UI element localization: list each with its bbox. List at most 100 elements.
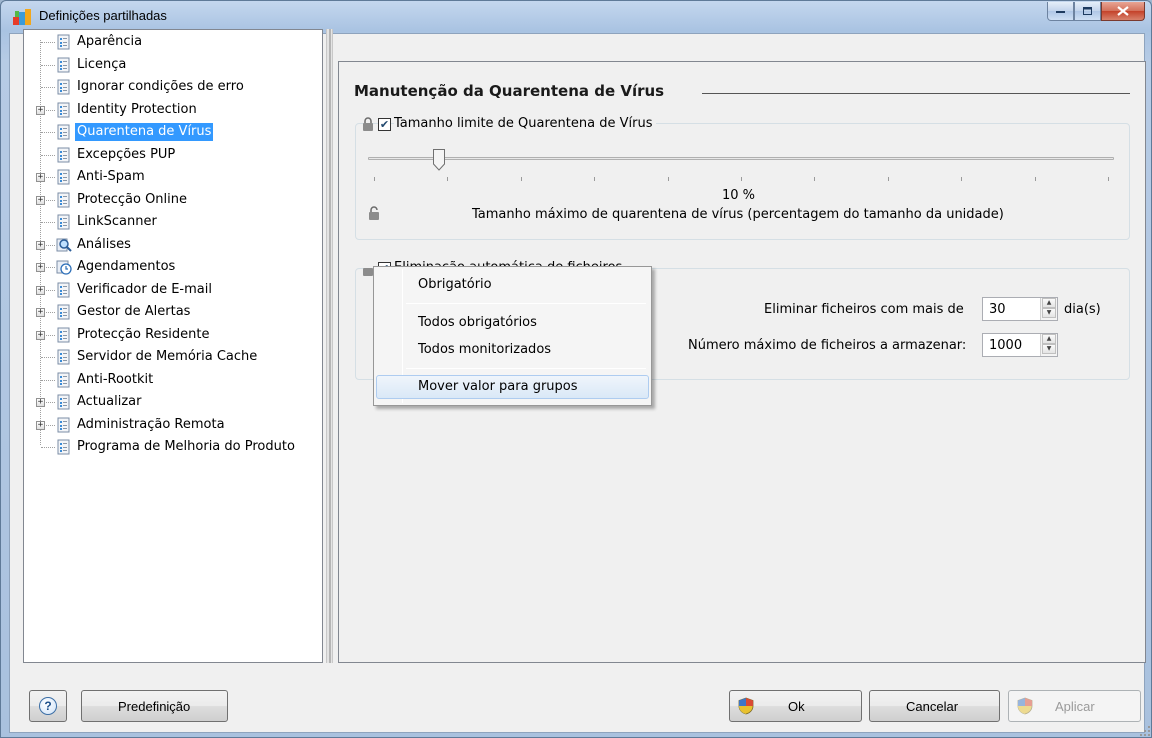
default-button[interactable]: Predefinição (81, 690, 228, 722)
tree-item[interactable]: Ignorar condições de erro (24, 77, 324, 99)
expand-icon[interactable]: + (36, 173, 45, 182)
lock-icon[interactable] (368, 206, 380, 220)
tree-item[interactable]: Excepções PUP (24, 145, 324, 167)
expand-icon[interactable]: + (36, 240, 45, 250)
help-button[interactable]: ? (29, 690, 67, 722)
delete-older-unit: dia(s) (1064, 302, 1101, 317)
tree-item[interactable]: Servidor de Memória Cache (24, 347, 324, 369)
settings-page-icon (57, 304, 70, 320)
size-value: 10 % (722, 188, 756, 203)
settings-page-icon (57, 102, 70, 117)
minimize-button[interactable] (1047, 2, 1074, 21)
delete-older-label: Eliminar ficheiros com mais de (764, 302, 964, 317)
delete-older-value: 30 (989, 302, 1006, 317)
tree-item[interactable]: Aparência (24, 32, 324, 54)
menu-item-mover-valor[interactable]: Mover valor para grupos (376, 375, 649, 399)
tree-item[interactable]: + Gestor de Alertas (24, 302, 324, 324)
tree-item[interactable]: Anti-Rootkit (24, 370, 324, 392)
maximize-icon (1082, 6, 1092, 15)
expand-icon[interactable]: + (36, 105, 45, 115)
slider-tick (520, 177, 522, 181)
resize-grip-icon[interactable] (1140, 726, 1150, 736)
tree-item[interactable]: + Anti-Spam (24, 167, 324, 189)
slider-tick (594, 177, 596, 181)
slider-tick (741, 177, 742, 181)
cancel-button[interactable]: Cancelar (869, 690, 1000, 722)
expand-icon[interactable]: + (36, 308, 45, 317)
expand-icon[interactable]: + (36, 330, 45, 340)
menu-item-label: Todos monitorizados (418, 342, 552, 357)
ok-button[interactable]: Ok (729, 690, 862, 722)
tree-item[interactable]: + Administração Remota (24, 415, 324, 437)
tree-item-label: Ignorar condições de erro (77, 79, 244, 94)
expand-icon[interactable]: + (36, 263, 45, 272)
tree-item-label: Actualizar (77, 394, 142, 409)
max-files-value: 1000 (989, 338, 1023, 353)
tree-item-label: LinkScanner (77, 214, 157, 229)
tree-item-label: Agendamentos (77, 259, 176, 274)
settings-page-icon (57, 192, 70, 207)
expand-icon[interactable]: + (36, 398, 45, 407)
size-slider-track[interactable] (368, 157, 1114, 160)
settings-page-icon (57, 147, 70, 162)
tree-item[interactable]: + Protecção Residente (24, 325, 324, 347)
shield-icon (1017, 697, 1033, 715)
tree-item-label: Análises (77, 236, 131, 252)
close-button[interactable] (1101, 2, 1145, 21)
expand-icon[interactable]: + (36, 285, 45, 295)
size-limit-checkbox[interactable]: ✔ (378, 118, 391, 131)
menu-item-label: Mover valor para grupos (418, 379, 578, 394)
settings-page-icon (57, 417, 70, 432)
tree-item[interactable]: + Protecção Online (24, 190, 324, 212)
slider-tick (667, 177, 669, 181)
tree-item-label: Verificador de E-mail (77, 281, 212, 297)
default-button-label: Predefinição (118, 699, 191, 714)
tree-item[interactable]: + Verificador de E-mail (24, 280, 324, 302)
spin-down-icon[interactable]: ▼ (1042, 344, 1056, 354)
settings-page-icon (57, 79, 70, 95)
menu-item-obrigatorio[interactable]: Obrigatório (376, 273, 649, 297)
tree-item-label: Gestor de Alertas (77, 304, 191, 319)
tree-connector (41, 379, 55, 381)
tree-item[interactable]: + Identity Protection (24, 100, 324, 122)
settings-page-icon (57, 124, 70, 140)
panel-splitter[interactable] (326, 29, 333, 663)
tree-item[interactable]: + Actualizar (24, 392, 324, 414)
spin-up-icon[interactable]: ▲ (1042, 298, 1056, 308)
size-limit-group (355, 123, 1130, 240)
expand-icon[interactable]: + (36, 420, 45, 430)
cancel-button-label: Cancelar (906, 699, 959, 714)
size-description: Tamanho máximo de quarentena de vírus (p… (472, 207, 1004, 222)
magnifier-icon (56, 238, 72, 252)
menu-item-todos-monitorizados[interactable]: Todos monitorizados (376, 338, 649, 362)
tree-connector (41, 222, 55, 223)
menu-item-todos-obrigatorios[interactable]: Todos obrigatórios (376, 311, 649, 335)
tree-item[interactable]: Licença (24, 55, 324, 77)
apply-button-label: Aplicar (1055, 699, 1095, 714)
tree-item-label: Licença (77, 56, 127, 72)
tree-item[interactable]: Programa de Melhoria do Produto (24, 437, 324, 459)
delete-older-spinner[interactable]: 30 ▲ ▼ (982, 297, 1058, 321)
help-icon: ? (39, 697, 57, 715)
tree-item-label: Protecção Online (77, 191, 187, 207)
tree-item-label: Aparência (77, 34, 143, 49)
lock-icon[interactable] (362, 117, 374, 131)
spin-up-icon[interactable]: ▲ (1042, 334, 1056, 344)
expand-icon[interactable]: + (36, 195, 45, 205)
settings-tree[interactable]: Aparência Licença Ignorar condições de err… (23, 29, 323, 663)
slider-tick (961, 177, 963, 181)
tree-item[interactable]: + Agendamentos (24, 257, 324, 279)
size-slider-thumb[interactable] (433, 149, 445, 171)
max-files-spinner[interactable]: 1000 ▲ ▼ (982, 333, 1058, 357)
tree-item-label: Excepções PUP (77, 146, 176, 162)
spin-down-icon[interactable]: ▼ (1042, 308, 1056, 318)
tree-item[interactable]: LinkScanner (24, 212, 324, 234)
tree-connector (41, 132, 55, 133)
menu-item-label: Obrigatório (418, 277, 492, 292)
avg-logo-icon (13, 9, 31, 25)
apply-button[interactable]: Aplicar (1008, 690, 1141, 722)
tree-item[interactable]: + Análises (24, 235, 324, 257)
tree-item[interactable]: Quarentena de Vírus (24, 122, 324, 144)
tree-item-label: Anti-Spam (77, 169, 145, 184)
maximize-button[interactable] (1074, 2, 1101, 21)
